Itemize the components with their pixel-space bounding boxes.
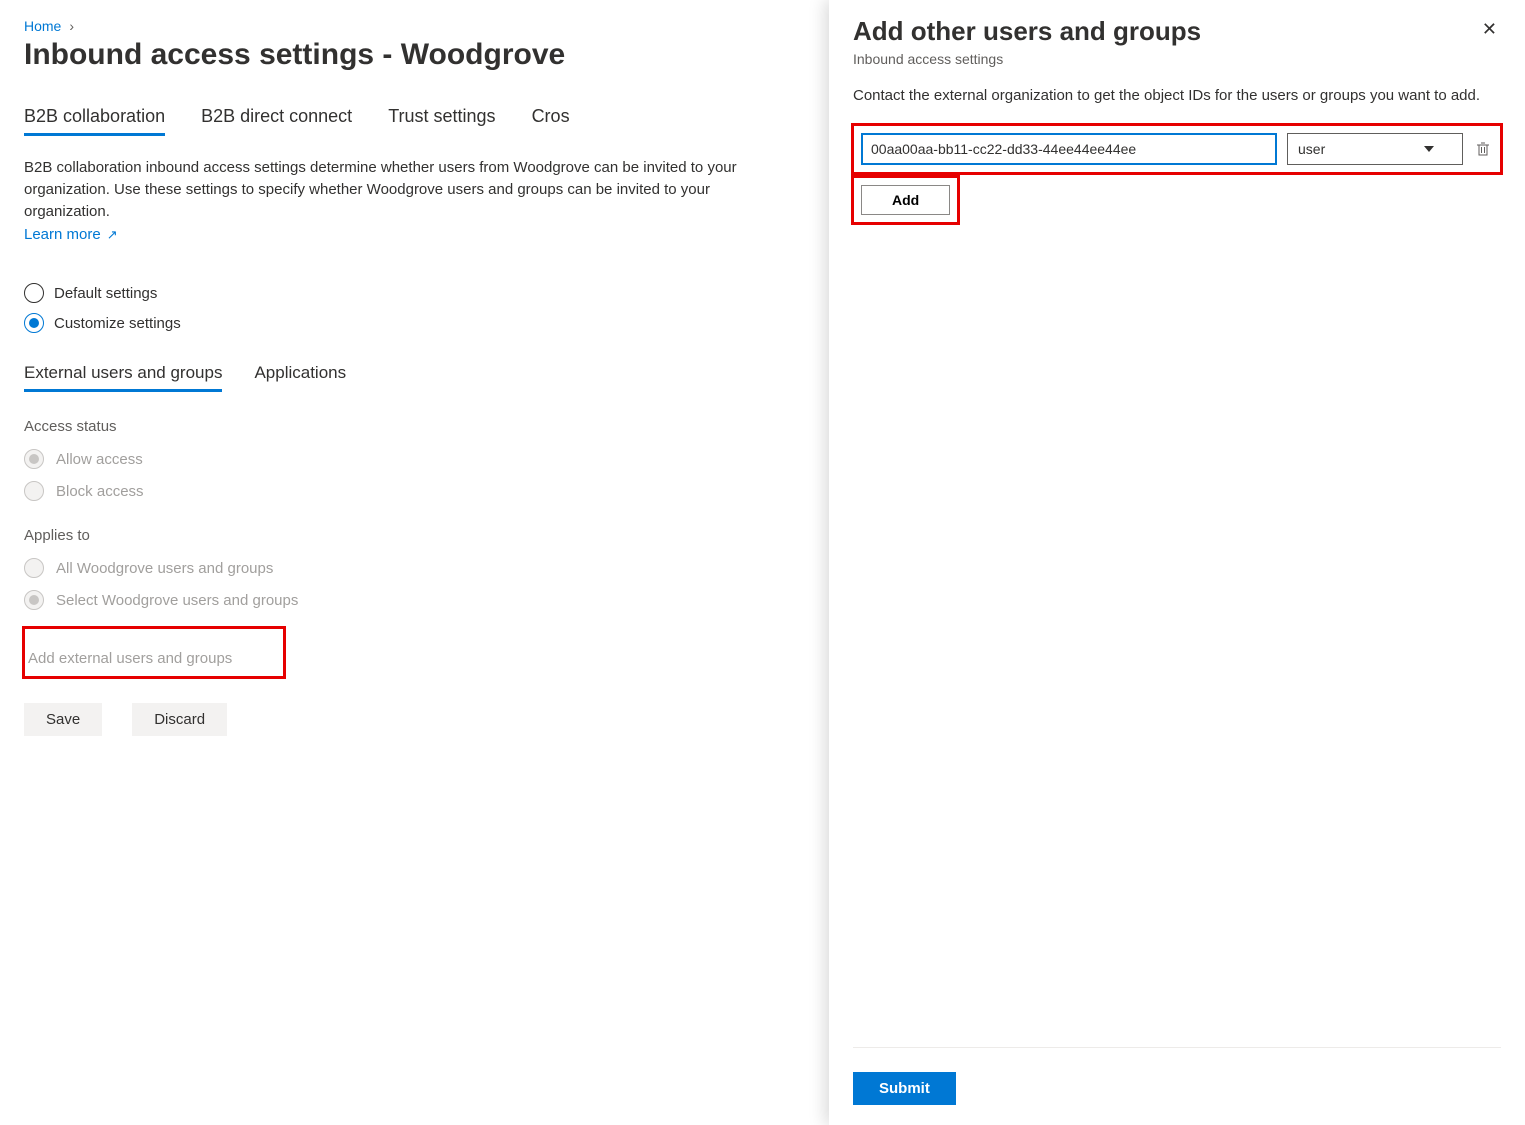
trash-icon (1475, 141, 1491, 157)
submit-button[interactable]: Submit (853, 1072, 956, 1105)
subtab-applications[interactable]: Applications (254, 363, 346, 392)
page-description: B2B collaboration inbound access setting… (24, 157, 744, 222)
radio-icon (24, 283, 44, 303)
panel-title: Add other users and groups (853, 16, 1201, 47)
option-allow-label: Allow access (56, 451, 143, 468)
tab-cross-tenant[interactable]: Cros (532, 106, 570, 136)
object-id-input[interactable] (861, 133, 1277, 165)
radio-disabled-icon (24, 449, 44, 469)
add-button[interactable]: Add (861, 185, 950, 215)
radio-default-label: Default settings (54, 285, 157, 302)
radio-disabled-icon (24, 558, 44, 578)
radio-customize-label: Customize settings (54, 315, 181, 332)
option-select-label: Select Woodgrove users and groups (56, 592, 298, 609)
chevron-right-icon: › (69, 18, 74, 34)
discard-button[interactable]: Discard (132, 703, 227, 736)
type-dropdown-value: user (1298, 141, 1325, 157)
external-link-icon: ↗ (107, 227, 118, 243)
panel-subtitle: Inbound access settings (853, 51, 1201, 67)
radio-disabled-icon (24, 590, 44, 610)
close-icon: ✕ (1482, 19, 1497, 39)
panel-description: Contact the external organization to get… (853, 85, 1501, 107)
option-all-label: All Woodgrove users and groups (56, 560, 273, 577)
delete-row-button[interactable] (1473, 139, 1493, 159)
subtab-external-users[interactable]: External users and groups (24, 363, 222, 392)
tab-b2b-direct-connect[interactable]: B2B direct connect (201, 106, 352, 136)
learn-more-link[interactable]: Learn more ↗ (24, 226, 118, 243)
add-external-users-link[interactable]: Add external users and groups (24, 640, 236, 677)
tab-trust-settings[interactable]: Trust settings (388, 106, 495, 136)
option-block-label: Block access (56, 483, 144, 500)
chevron-down-icon (1424, 146, 1434, 152)
breadcrumb-home[interactable]: Home (24, 18, 61, 34)
save-button[interactable]: Save (24, 703, 102, 736)
close-button[interactable]: ✕ (1478, 16, 1501, 42)
tab-b2b-collaboration[interactable]: B2B collaboration (24, 106, 165, 136)
object-id-row: user (853, 125, 1501, 173)
learn-more-label: Learn more (24, 226, 101, 243)
radio-disabled-icon (24, 481, 44, 501)
type-dropdown[interactable]: user (1287, 133, 1463, 165)
radio-icon (24, 313, 44, 333)
add-users-panel: Add other users and groups Inbound acces… (829, 0, 1525, 1125)
